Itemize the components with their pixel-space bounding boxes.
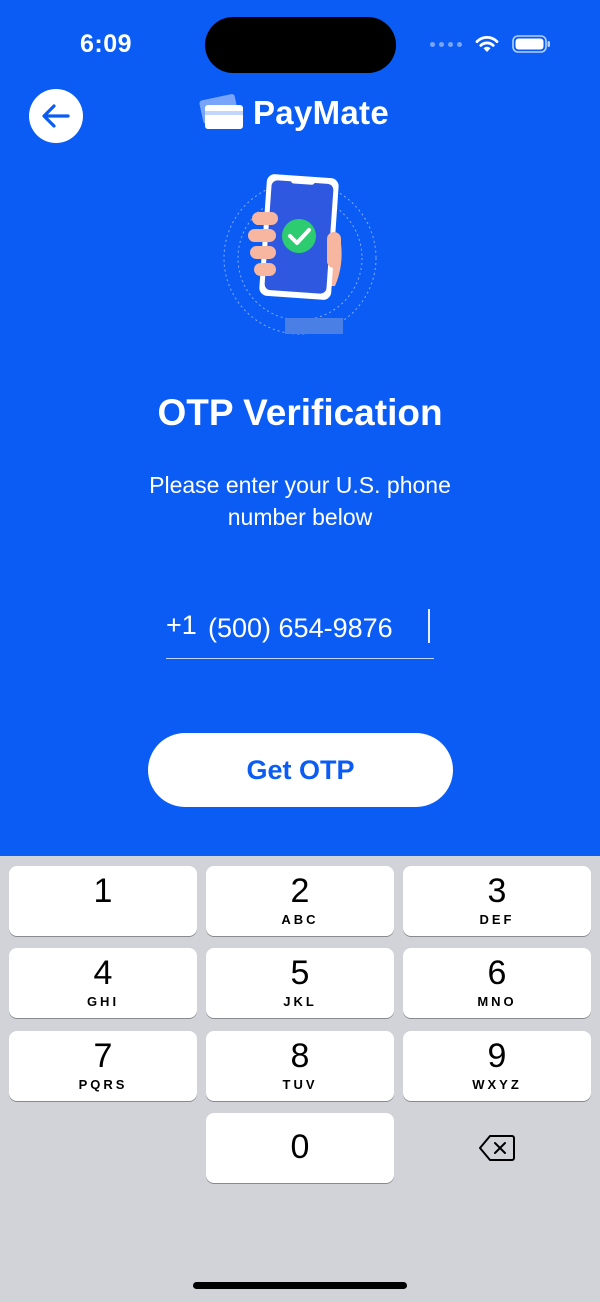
key-digit: 7 [93,1037,113,1075]
wifi-icon [475,36,499,52]
key-digit: 2 [290,872,310,910]
key-letters: ABC [281,912,319,927]
key-0[interactable]: 0 [206,1113,394,1183]
page-title: OTP Verification [157,392,443,433]
key-letters: JKL [283,994,317,1009]
key-letters: MNO [477,994,517,1009]
back-button[interactable] [29,89,83,143]
app-screen: 6:09 PayMate OTP Verification Please ent… [0,0,600,856]
key-letters: DEF [479,912,515,927]
cellular-signal-icon [430,41,462,47]
key-digit: 4 [93,954,113,992]
cards-icon [199,94,243,129]
key-letters: WXYZ [472,1077,522,1092]
numeric-keypad: 1 2 ABC 3 DEF 4 GHI 5 JKL 6 MNO 7 PQRS 8… [0,856,600,1302]
key-letters: PQRS [78,1077,128,1092]
key-digit: 8 [290,1037,310,1075]
key-digit: 3 [487,872,507,910]
key-9[interactable]: 9 WXYZ [403,1031,591,1101]
key-letters: TUV [282,1077,318,1092]
backspace-icon [479,1135,515,1161]
key-5[interactable]: 5 JKL [206,948,394,1018]
key-7[interactable]: 7 PQRS [9,1031,197,1101]
arrow-left-icon [42,104,70,128]
key-4[interactable]: 4 GHI [9,948,197,1018]
dynamic-island [205,17,396,73]
key-letters: GHI [86,994,120,1009]
key-6[interactable]: 6 MNO [403,948,591,1018]
key-2[interactable]: 2 ABC [206,866,394,936]
phone-field[interactable]: +1 [166,604,434,659]
home-indicator[interactable] [193,1282,407,1289]
key-digit: 9 [487,1037,507,1075]
status-icons [430,34,552,54]
key-digit: 5 [290,954,310,992]
delete-key[interactable] [403,1113,591,1183]
brand-logo: PayMate [199,93,389,133]
page-subtitle: Please enter your U.S. phone number belo… [149,472,451,530]
phone-check-illustration [223,174,377,335]
key-digit: 1 [93,872,113,910]
battery-icon [512,35,550,53]
key-8[interactable]: 8 TUV [206,1031,394,1101]
status-time: 6:09 [80,30,133,58]
country-code: +1 [166,610,197,640]
brand-name: PayMate [253,94,390,131]
key-digit: 0 [290,1128,310,1166]
key-3[interactable]: 3 DEF [403,866,591,936]
key-digit: 6 [487,954,507,992]
key-1[interactable]: 1 [9,866,197,936]
get-otp-button[interactable]: Get OTP [148,733,453,807]
text-caret [428,609,430,643]
phone-input[interactable] [208,608,434,648]
